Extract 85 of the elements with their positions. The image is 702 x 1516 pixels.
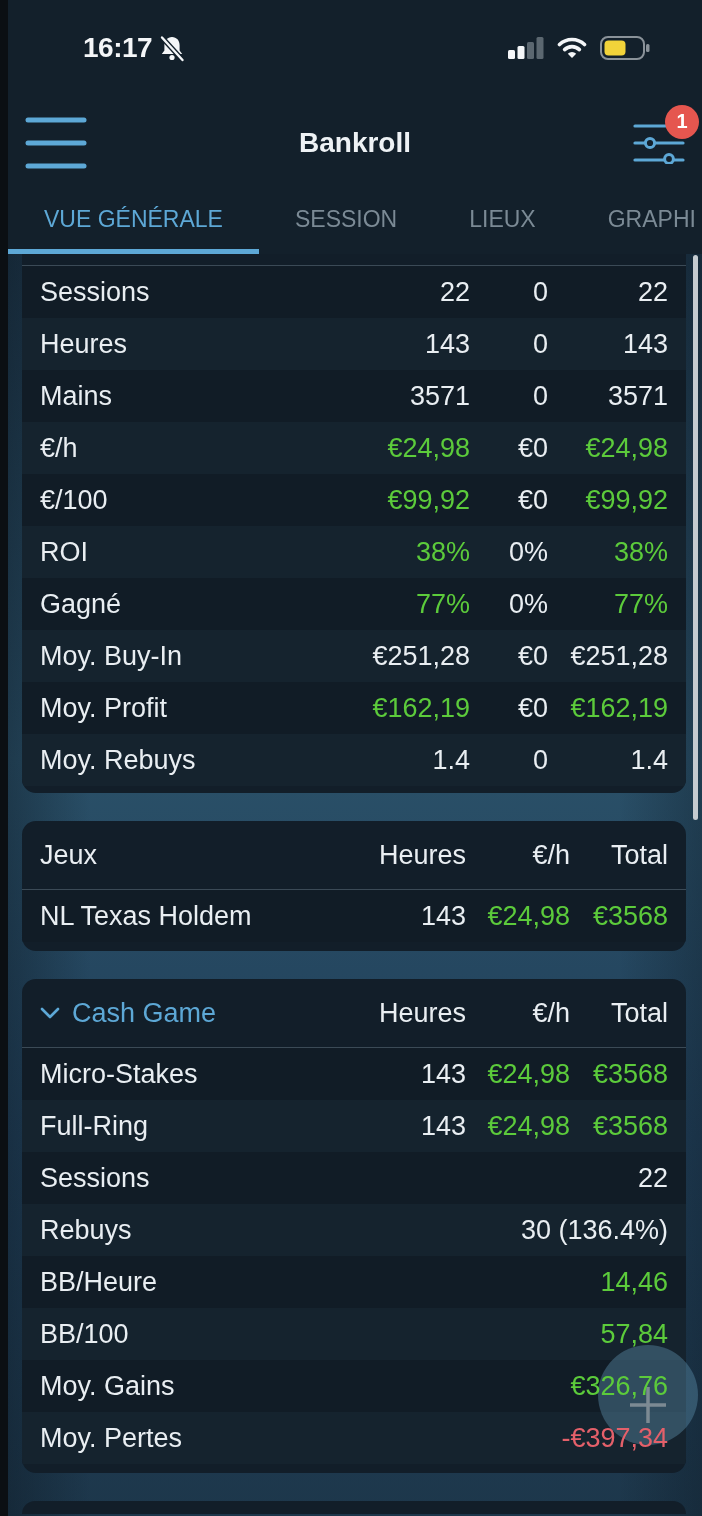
column-header: Total: [610, 839, 668, 871]
column-header: €/h: [532, 839, 570, 871]
stat-value: 77%: [613, 588, 668, 620]
stat-value: €24,98: [487, 1110, 570, 1142]
stat-value: €3568: [592, 1110, 668, 1142]
stat-value: €162,19: [570, 692, 668, 724]
stat-value: €0: [517, 692, 548, 724]
stat-value: 0: [532, 328, 548, 360]
menu-button[interactable]: [25, 116, 87, 169]
stat-value: 143: [420, 900, 466, 932]
stat-value: 0: [532, 744, 548, 776]
stat-value: €162,19: [372, 692, 470, 724]
stat-value: €24,98: [585, 432, 668, 464]
tab[interactable]: LIEUX: [433, 190, 572, 254]
stat-value: €0: [517, 484, 548, 516]
column-header: Jeux: [40, 839, 98, 871]
stat-label: ROI: [40, 536, 88, 568]
stat-value: €3568: [592, 1058, 668, 1090]
filter-button[interactable]: 1: [633, 104, 699, 164]
stat-value: €24,98: [487, 1058, 570, 1090]
stat-value: €251,28: [372, 640, 470, 672]
stat-value: 0: [532, 380, 548, 412]
stat-label: Moy. Profit: [40, 692, 168, 724]
stat-label: Mains: [40, 380, 113, 412]
stat-value: 22: [637, 276, 668, 308]
battery-icon: [600, 35, 650, 60]
stat-value: €24,98: [387, 432, 470, 464]
stat-value: 143: [424, 328, 470, 360]
stat-value: 57,84: [600, 1318, 668, 1350]
stat-value: €24,98: [487, 900, 570, 932]
status-time: 16:17: [83, 31, 153, 64]
stat-label: €/h: [40, 432, 78, 464]
stake-label: Micro-Stakes: [40, 1058, 198, 1090]
stat-value: €99,92: [585, 484, 668, 516]
stat-label: Moy. Rebuys: [40, 744, 196, 776]
wifi-icon: [557, 36, 587, 59]
stat-value: 38%: [415, 536, 470, 568]
stat-value: €3568: [592, 900, 668, 932]
stat-label: €/100: [40, 484, 108, 516]
stat-value: 38%: [613, 536, 668, 568]
signal-icon: [508, 36, 544, 59]
stat-value: 0: [532, 276, 548, 308]
stake-label: Full-Ring: [40, 1110, 149, 1142]
stat-value: 14,46: [600, 1266, 668, 1298]
stat-value: 143: [420, 1110, 466, 1142]
stat-value: 1.4: [630, 744, 668, 776]
stat-value: €0: [517, 432, 548, 464]
stat-value: -€397,34: [561, 1422, 668, 1454]
stat-value: 77%: [415, 588, 470, 620]
stat-value: 22: [637, 1162, 668, 1194]
menu-icon: [25, 116, 87, 169]
column-header: Heures: [378, 997, 466, 1029]
stat-value: 3571: [607, 380, 668, 412]
stat-label: Heures: [40, 328, 128, 360]
stat-value: 30 (136.4%): [520, 1214, 668, 1246]
tab[interactable]: GRAPHI: [571, 190, 702, 254]
column-header: Heures: [378, 839, 466, 871]
column-header: Total: [610, 997, 668, 1029]
stat-value: €326,76: [570, 1370, 668, 1402]
stat-label: Gagné: [40, 588, 122, 620]
stat-label: Sessions: [40, 1162, 150, 1194]
bell-slash-icon: [158, 33, 187, 62]
stat-value: €99,92: [387, 484, 470, 516]
stat-value: 0%: [508, 588, 548, 620]
stat-label: BB/Heure: [40, 1266, 158, 1298]
stat-value: €251,28: [570, 640, 668, 672]
stat-value: 1.4: [432, 744, 470, 776]
stat-label: Moy. Buy-In: [40, 640, 183, 672]
stat-value: 3571: [409, 380, 470, 412]
column-header: €/h: [532, 997, 570, 1029]
tab[interactable]: SESSION: [258, 190, 434, 254]
game-label: NL Texas Holdem: [40, 900, 252, 932]
stat-value: 143: [622, 328, 668, 360]
stat-value: 0%: [508, 536, 548, 568]
stat-label: Sessions: [40, 276, 150, 308]
stat-label: Rebuys: [40, 1214, 132, 1246]
screen-title: Bankroll: [299, 126, 411, 159]
stat-label: Moy. Pertes: [40, 1422, 183, 1454]
stat-value: €0: [517, 640, 548, 672]
stat-label: Moy. Gains: [40, 1370, 175, 1402]
stat-label: BB/100: [40, 1318, 129, 1350]
stat-value: 143: [420, 1058, 466, 1090]
section-toggle[interactable]: Cash Game: [40, 997, 217, 1029]
notification-badge: 1: [665, 104, 699, 139]
stat-value: 22: [439, 276, 470, 308]
